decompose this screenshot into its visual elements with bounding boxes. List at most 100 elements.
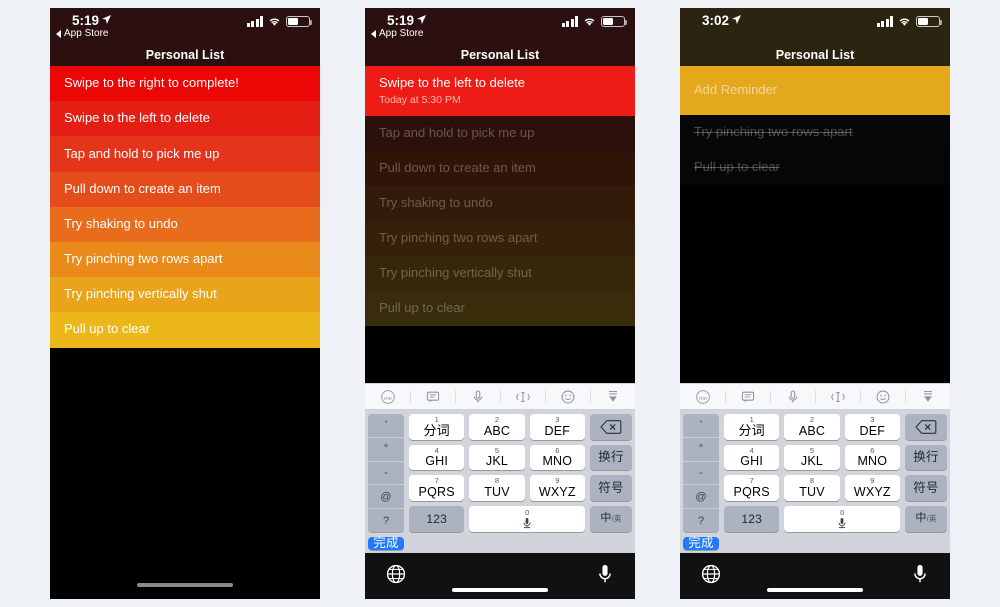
memo-circle-icon[interactable]: me [365,384,410,409]
punctuation-key-4[interactable]: ? [683,509,719,532]
list-item-label: Pull up to clear [379,300,465,316]
numbers-key[interactable]: 123 [724,506,780,532]
list-item[interactable]: Try pinching two rows apart [680,115,950,150]
key-2[interactable]: 2 ABC [784,414,840,440]
list-item[interactable]: Try pinching vertically shut [365,256,635,291]
key-2[interactable]: 2 ABC [469,414,525,440]
phone-screen-3: 3:02 Personal List Add Reminder Try pinch… [680,8,950,599]
keyboard-toolbar: me [680,383,950,410]
status-time: 5:19 [72,13,100,28]
emoji-smiley-icon[interactable] [860,384,905,409]
punctuation-key-0[interactable]: ' [368,414,404,438]
key-5[interactable]: 5 JKL [784,444,840,471]
list-item[interactable]: Tap and hold to pick me up [50,136,320,172]
punctuation-key-1[interactable]: ° [368,438,404,462]
hide-keyboard-icon[interactable] [905,384,950,409]
memo-circle-icon[interactable]: me [680,384,725,409]
list-item[interactable]: Swipe to the left to delete [50,101,320,137]
globe-icon[interactable] [385,563,407,590]
key-8[interactable]: 8 TUV [469,475,525,502]
microphone-icon[interactable] [455,384,500,409]
delete-key-icon[interactable] [904,414,947,440]
text-cursor-icon[interactable] [500,384,545,409]
list-item[interactable]: Swipe to the left to delete Today at 5:30… [365,66,635,116]
key-7[interactable]: 7 PQRS [724,475,780,502]
done-key[interactable]: 完成 [683,536,719,550]
language-toggle-key[interactable]: 中/英 [904,506,947,532]
space-key[interactable]: 0 [784,506,900,532]
key-4[interactable]: 4 GHI [409,444,465,471]
list-item[interactable]: Pull up to clear [365,291,635,326]
list-item-label: Tap and hold to pick me up [64,145,220,161]
key-9[interactable]: 9 WXYZ [529,475,585,502]
return-key[interactable]: 换行 [904,444,947,471]
key-9[interactable]: 9 WXYZ [844,475,900,502]
punctuation-key-2[interactable]: - [368,462,404,486]
language-toggle-key[interactable]: 中/英 [589,506,632,532]
list-item[interactable]: Pull up to clear [680,150,950,185]
list-item[interactable]: Try pinching two rows apart [50,241,320,278]
list-item-label: Try shaking to undo [379,195,493,211]
home-indicator[interactable] [767,588,863,592]
key-label: JKL [485,454,509,469]
dictation-mic-icon[interactable] [910,563,930,590]
key-4[interactable]: 4 GHI [724,444,780,471]
key-5[interactable]: 5 JKL [469,444,525,471]
list-item[interactable]: Try shaking to undo [50,206,320,242]
key-7[interactable]: 7 PQRS [409,475,465,502]
back-to-app-store-link[interactable]: App Store [371,28,423,39]
chat-bubble-icon[interactable] [725,384,770,409]
key-1[interactable]: 1 分词 [724,414,780,440]
home-indicator[interactable] [137,583,233,587]
list-item[interactable]: Swipe to the right to complete! [50,66,320,102]
symbols-key[interactable]: 符号 [904,475,947,502]
key-3[interactable]: 3 DEF [844,414,900,440]
list-item[interactable]: Pull up to clear [50,312,320,348]
done-key[interactable]: 完成 [368,536,404,550]
globe-icon[interactable] [700,563,722,590]
punctuation-key-3[interactable]: @ [368,485,404,510]
list-item[interactable]: Try pinching two rows apart [365,221,635,256]
back-to-app-store-link[interactable]: App Store [56,28,108,39]
punctuation-key-3[interactable]: @ [683,485,719,510]
status-time-group: 5:19 [387,13,427,28]
numbers-key[interactable]: 123 [409,506,465,532]
chat-bubble-icon[interactable] [410,384,455,409]
key-number: 9 [555,476,560,486]
list-item[interactable]: Pull down to create an item [365,151,635,186]
punctuation-key-1[interactable]: ° [683,438,719,462]
key-3[interactable]: 3 DEF [529,414,585,440]
key-1[interactable]: 1 分词 [409,414,465,440]
key-number: 3 [555,415,560,425]
hide-keyboard-icon[interactable] [590,384,635,409]
dictation-mic-icon[interactable] [595,563,615,590]
symbols-key[interactable]: 符号 [589,475,632,502]
emoji-smiley-icon[interactable] [545,384,590,409]
punctuation-key-2[interactable]: - [683,462,719,486]
key-label: ABC [798,423,826,438]
status-indicators [876,16,943,27]
return-key[interactable]: 换行 [589,444,632,471]
punctuation-column: ' ° - @? [683,414,719,532]
key-8[interactable]: 8 TUV [784,475,840,502]
home-indicator[interactable] [452,588,548,592]
list-item-label: Swipe to the left to delete [379,75,525,91]
microphone-icon[interactable] [770,384,815,409]
add-reminder-input[interactable]: Add Reminder [680,66,950,115]
key-label: 分词 [423,423,450,439]
list-item[interactable]: Pull down to create an item [50,171,320,207]
delete-key-icon[interactable] [589,414,632,440]
page-title: Personal List [145,48,225,62]
text-cursor-icon[interactable] [815,384,860,409]
key-6[interactable]: 6 MNO [844,444,900,471]
cellular-signal-icon [561,16,578,27]
punctuation-key-0[interactable]: ' [683,414,719,438]
list-item[interactable]: Try shaking to undo [365,186,635,221]
cellular-signal-icon [876,16,893,27]
list-item[interactable]: Tap and hold to pick me up [365,116,635,151]
space-key[interactable]: 0 [469,506,585,532]
key-6[interactable]: 6 MNO [529,444,585,471]
keyboard-container: me ' ° - @? 1 分词 2 ABC 3 DEF 4 GHI 5 JKL 6 MNO 换行 7 PQRS 8 TU… [365,383,635,599]
list-item[interactable]: Try pinching vertically shut [50,277,320,313]
punctuation-key-4[interactable]: ? [368,509,404,532]
